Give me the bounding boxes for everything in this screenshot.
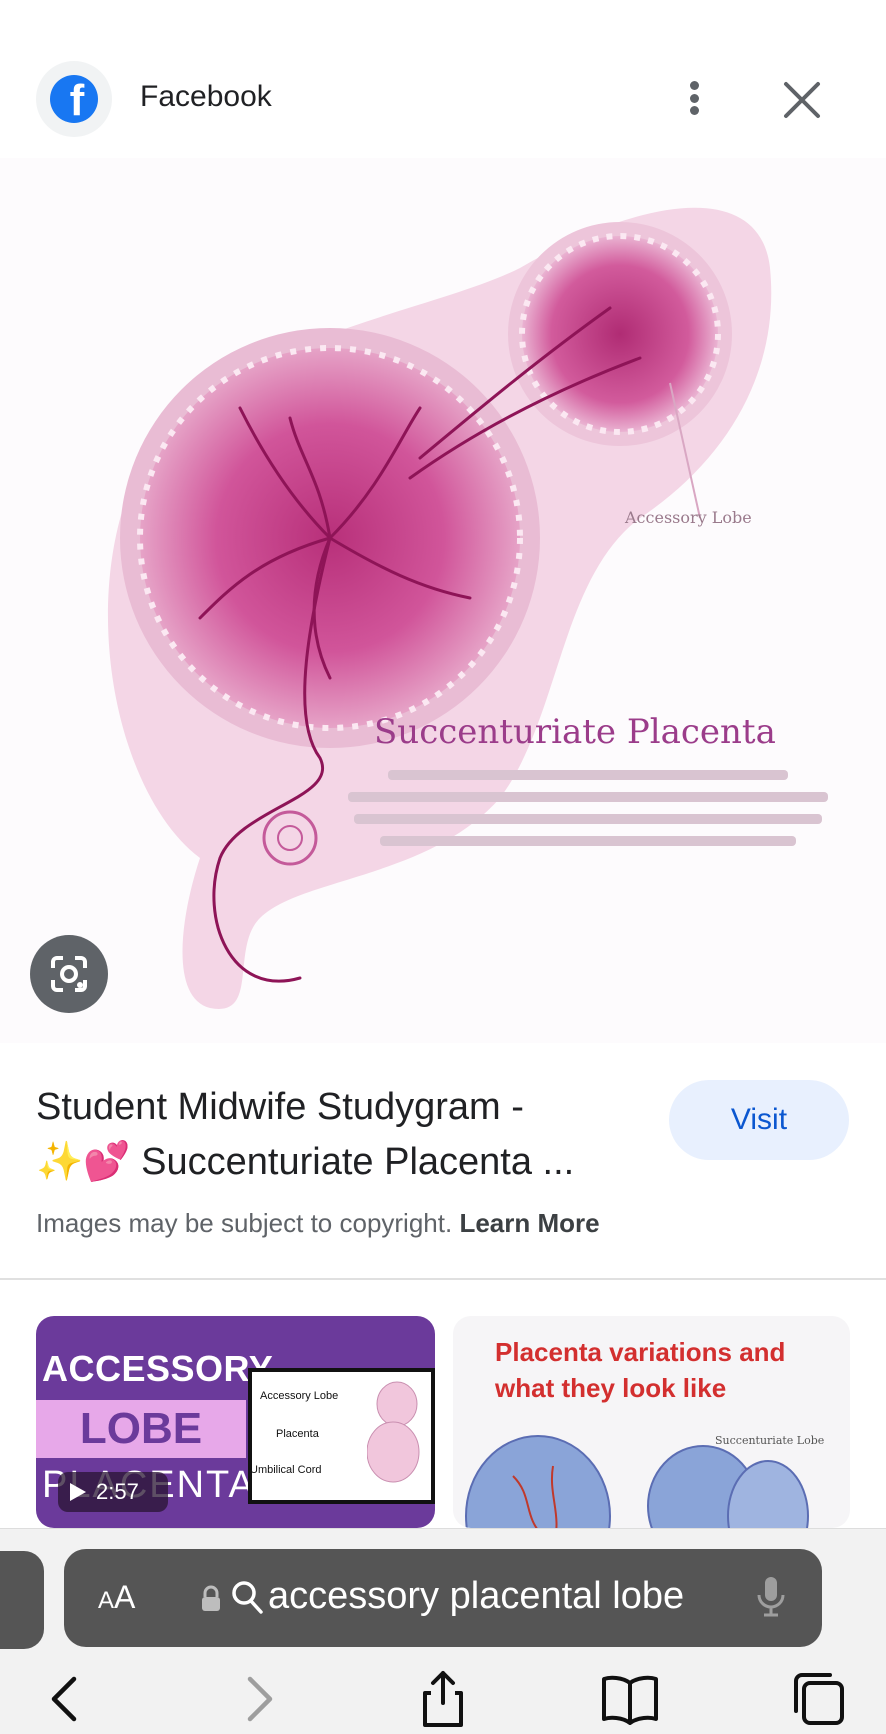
learn-more-link[interactable]: Learn More: [459, 1208, 599, 1238]
search-icon: [232, 1581, 263, 1614]
share-icon[interactable]: [411, 1669, 475, 1729]
thumbnail-diagram-panel: Accessory Lobe Placenta Umbilical Cord: [248, 1368, 435, 1504]
divider: [0, 1278, 886, 1280]
svg-text:Accessory Lobe: Accessory Lobe: [624, 508, 752, 527]
more-options-icon[interactable]: [676, 75, 712, 121]
lens-icon: [51, 956, 87, 992]
page: f Facebook Accessory Lobe Succenturiate …: [0, 0, 886, 1734]
microphone-icon[interactable]: [756, 1575, 786, 1619]
aa-small: A: [98, 1587, 115, 1614]
result-title-line2: ✨💕 Succenturiate Placenta ...: [36, 1141, 575, 1183]
result-header: f Facebook: [0, 50, 886, 150]
browser-nav-row: [0, 1669, 886, 1734]
forward-icon[interactable]: [226, 1669, 290, 1729]
diagram-label: Placenta: [276, 1428, 319, 1440]
browser-toolbar: AA accessory placental lobe: [0, 1528, 886, 1734]
placenta-illustration: Accessory Lobe Succenturiate Placenta: [107, 207, 828, 1009]
video-duration: 2:57: [96, 1479, 139, 1504]
copyright-notice: Images may be subject to copyright. Lear…: [36, 1208, 600, 1239]
play-icon: [70, 1483, 86, 1501]
visit-button[interactable]: Visit: [669, 1080, 849, 1160]
result-title[interactable]: Student Midwife Studygram - ✨💕 Succentur…: [36, 1080, 636, 1190]
url-text[interactable]: accessory placental lobe: [268, 1575, 684, 1618]
lock-icon: [202, 1585, 220, 1611]
hero-title: Succenturiate Placenta: [374, 712, 776, 752]
address-bar[interactable]: AA accessory placental lobe: [64, 1549, 822, 1647]
close-icon[interactable]: [780, 78, 824, 122]
copyright-text: Images may be subject to copyright.: [36, 1208, 453, 1238]
site-name[interactable]: Facebook: [140, 80, 272, 114]
thumbnail-title: ACCESSORY: [42, 1348, 274, 1389]
tabs-icon[interactable]: [788, 1669, 852, 1729]
thumbnail-lobe-label: LOBE: [36, 1400, 246, 1458]
diagram-label: Umbilical Cord: [250, 1464, 322, 1476]
back-icon[interactable]: [34, 1669, 98, 1729]
related-result-thumbnail[interactable]: ACCESSORY LOBE PLACENTA Accessory Lobe P…: [36, 1316, 435, 1528]
bookmarks-icon[interactable]: [598, 1669, 662, 1729]
related-result-thumbnail[interactable]: Placenta variations and what they look l…: [453, 1316, 850, 1528]
lens-button[interactable]: [30, 935, 108, 1013]
diagram-placenta-shape: [367, 1381, 420, 1483]
result-image[interactable]: Accessory Lobe Succenturiate Placenta: [0, 158, 886, 1043]
thumbnail-placenta-drawings: [465, 1435, 809, 1528]
diagram-label: Accessory Lobe: [260, 1390, 339, 1402]
reader-options-button[interactable]: AA: [98, 1579, 135, 1616]
result-title-line1: Student Midwife Studygram -: [36, 1086, 524, 1128]
previous-tab-preview[interactable]: [0, 1551, 44, 1649]
facebook-logo-icon[interactable]: f: [36, 61, 112, 137]
aa-big: A: [114, 1579, 136, 1615]
video-duration-badge: 2:57: [58, 1472, 168, 1512]
